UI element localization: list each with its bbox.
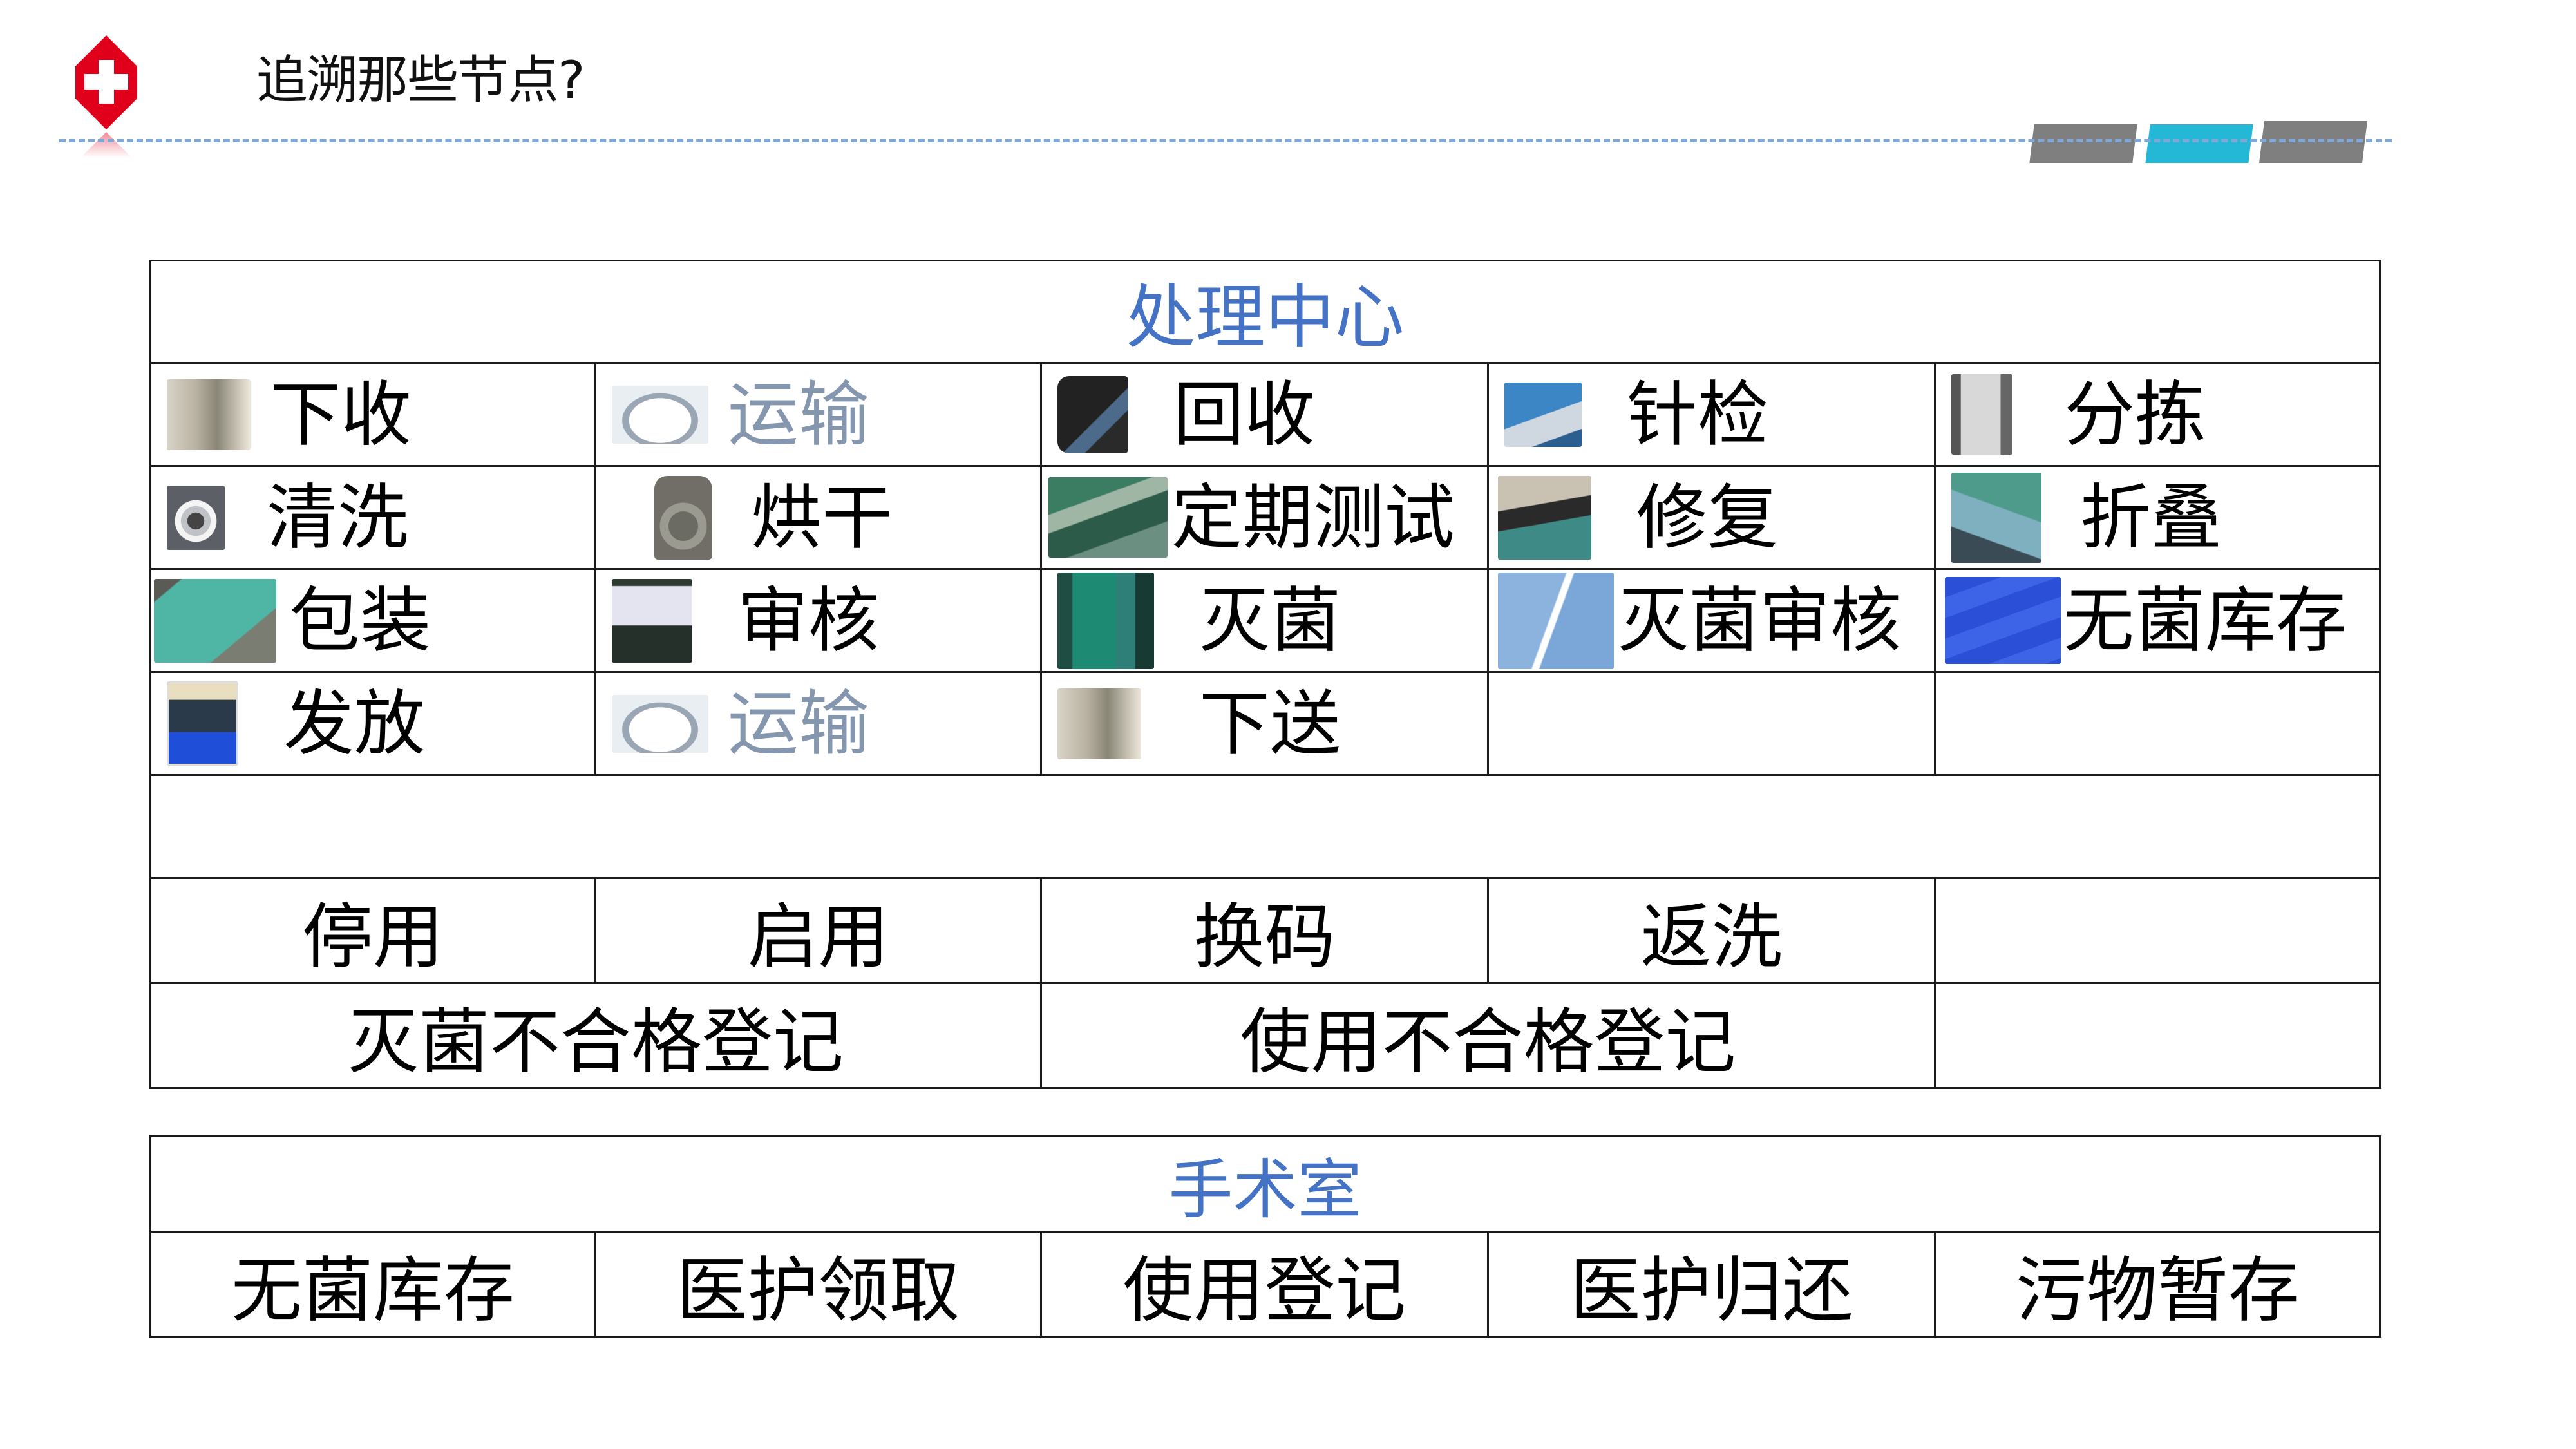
handheld-scanner-icon	[1057, 375, 1128, 453]
node-label: 分拣	[2064, 373, 2206, 456]
metal-detector-icon	[1504, 382, 1582, 447]
node-label: 发放	[283, 682, 425, 765]
node-label: 下收	[270, 373, 412, 456]
node-label: 包装	[289, 579, 431, 662]
node-cell: 折叠	[1933, 465, 2382, 570]
node-label: 审核	[737, 579, 879, 662]
node-label: 烘干	[751, 476, 893, 559]
node-cell: 运输	[594, 671, 1042, 776]
exception-cell: 启用	[594, 877, 1042, 984]
testing-photo-icon	[1048, 477, 1168, 558]
empty-cell	[1487, 671, 1936, 776]
repair-photo-icon	[1498, 475, 1591, 560]
node-cell: 下送	[1040, 671, 1489, 776]
node-label: 灭菌	[1199, 579, 1341, 662]
package-photo-icon	[154, 578, 276, 663]
page-indicator-tab-1	[2029, 124, 2137, 163]
slide-title: 追溯那些节点?	[256, 50, 585, 110]
or-node-cell: 无菌库存	[149, 1231, 596, 1338]
node-label: 折叠	[2080, 476, 2222, 559]
or-node-cell: 医护归还	[1487, 1231, 1936, 1338]
node-label: 灭菌审核	[1618, 579, 1901, 662]
node-cell: 清洗	[149, 465, 596, 570]
node-label: 针检	[1627, 373, 1768, 456]
sterile-storage-icon	[1945, 577, 2061, 664]
node-cell: 定期测试	[1040, 465, 1489, 570]
empty-row	[149, 774, 2382, 879]
node-label: 回收	[1173, 373, 1315, 456]
node-cell: 审核	[594, 568, 1042, 673]
page-indicator-tab-2-active	[2145, 124, 2253, 163]
node-cell: 无菌库存	[1933, 568, 2382, 673]
or-node-cell: 医护领取	[594, 1231, 1042, 1338]
register-cell: 使用不合格登记	[1040, 982, 1936, 1089]
table-row: 无菌库存 医护领取 使用登记 医护归还 污物暂存	[149, 1231, 2382, 1338]
corridor-photo-icon	[1057, 688, 1141, 759]
or-node-cell: 污物暂存	[1933, 1231, 2382, 1338]
issue-photo-icon	[167, 681, 238, 766]
node-label: 运输	[728, 682, 869, 765]
sterile-packs-icon	[1498, 572, 1614, 669]
ambulance-photo-icon	[612, 694, 708, 753]
node-label: 无菌库存	[2063, 579, 2347, 662]
sterilizer-photo-icon	[1057, 572, 1154, 669]
exception-cell: 换码	[1040, 877, 1489, 984]
header-divider	[59, 139, 2392, 142]
node-cell: 运输	[594, 362, 1042, 467]
table-row: 发放 运输 下送	[149, 671, 2382, 776]
washer-icon	[167, 485, 225, 550]
table-row: 灭菌不合格登记 使用不合格登记	[149, 982, 2382, 1089]
node-cell: 分拣	[1933, 362, 2382, 467]
operating-room-table: 手术室 无菌库存 医护领取 使用登记 医护归还 污物暂存	[149, 1135, 2382, 1338]
folding-photo-icon	[1951, 472, 2041, 563]
register-cell	[1933, 982, 2382, 1089]
table-row: 包装 审核 灭菌 灭菌审核 无菌库存	[149, 568, 2382, 673]
node-cell: 烘干	[594, 465, 1042, 570]
node-cell: 发放	[149, 671, 596, 776]
node-label: 下送	[1199, 682, 1341, 765]
monitor-photo-icon	[612, 578, 692, 663]
exception-cell	[1933, 877, 2382, 984]
node-cell: 针检	[1487, 362, 1936, 467]
exception-cell: 停用	[149, 877, 596, 984]
table-row: 停用 启用 换码 返洗	[149, 877, 2382, 984]
operating-room-title: 手术室	[149, 1135, 2382, 1233]
or-node-cell: 使用登记	[1040, 1231, 1489, 1338]
node-cell: 回收	[1040, 362, 1489, 467]
node-cell: 灭菌审核	[1487, 568, 1936, 673]
node-label: 定期测试	[1171, 476, 1455, 559]
table-row: 下收 运输 回收 针检 分拣	[149, 362, 2382, 467]
node-label: 修复	[1636, 476, 1778, 559]
corridor-photo-icon	[167, 379, 251, 450]
empty-cell	[149, 774, 2382, 879]
exception-cell: 返洗	[1487, 877, 1936, 984]
processing-center-title: 处理中心	[149, 260, 2382, 364]
node-cell: 下收	[149, 362, 596, 467]
processing-center-table: 处理中心 下收 运输 回收 针检 分拣 清洗 烘干 定期测试 修复 折叠 包装 …	[149, 260, 2382, 1089]
node-label: 清洗	[267, 476, 408, 559]
register-cell: 灭菌不合格登记	[149, 982, 1042, 1089]
empty-cell	[1933, 671, 2382, 776]
ambulance-photo-icon	[612, 385, 708, 444]
table-row: 清洗 烘干 定期测试 修复 折叠	[149, 465, 2382, 570]
node-label: 运输	[728, 373, 869, 456]
dryer-icon	[654, 475, 712, 560]
xray-machine-icon	[1951, 374, 2012, 455]
node-cell: 包装	[149, 568, 596, 673]
node-cell: 修复	[1487, 465, 1936, 570]
node-cell: 灭菌	[1040, 568, 1489, 673]
